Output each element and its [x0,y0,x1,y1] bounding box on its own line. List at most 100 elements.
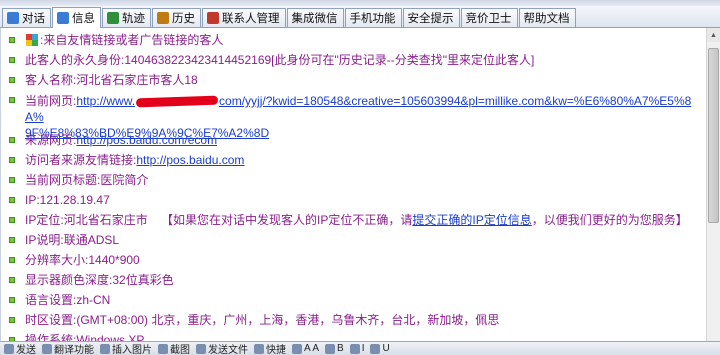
bullet-icon [9,177,15,183]
file-icon [196,343,206,354]
bullet-icon [9,317,15,323]
toolbar-label: U [382,343,390,354]
ip-description-value: 联通ADSL [63,233,120,247]
referrer-label: 访问者来源友情链接: [25,153,137,167]
color-depth-label: 显示器颜色深度: [25,273,113,287]
language-label: 语言设置: [25,293,77,307]
bullet-icon [9,97,15,103]
toolbar-button-2[interactable]: 插入图片 [100,342,152,355]
info-row-source-type: :来自友情链接或者广告链接的客人 [9,30,705,50]
permanent-id-value: 1404638223423414452169 [124,53,272,67]
source-page-link[interactable]: http://pos.baidu.com/ecom [76,133,217,147]
tab-label: 联系人管理 [222,13,280,25]
bullet-icon [9,77,15,83]
tab-5[interactable]: 集成微信 [286,8,344,27]
info-icon [57,12,69,24]
ip-location-label: IP定位: [25,213,64,227]
tab-label: 信息 [72,13,95,25]
toolbar-button-1[interactable]: 翻译功能 [42,342,94,355]
visitor-type-icon [26,34,38,46]
tab-label: 历史 [172,13,195,25]
tab-8[interactable]: 竞价卫士 [460,8,518,27]
toolbar-label: I [361,343,365,354]
translate-icon [42,343,52,354]
scroll-up-icon[interactable]: ▲ [707,28,720,42]
info-row-permanent-id: 此客人的永久身份: 1404638223423414452169 [此身份可在"… [9,50,705,70]
tab-9[interactable]: 帮助文档 [518,8,576,27]
info-row-visitor-name: 客人名称: 河北省石家庄市客人18 [9,70,705,90]
redaction-mark [135,95,219,108]
image-icon [100,343,110,354]
info-row-page-title: 当前网页标题: 医院简介 [9,170,705,190]
toolbar-button-7[interactable]: B [325,343,344,354]
toolbar-button-5[interactable]: 快捷 [254,342,286,355]
message-toolbar: 发送 翻译功能 插入图片 截图 发送文件 快捷 A A B I U [0,341,720,355]
ip-location-note-end: ，以便我们更好的为您服务】 [531,213,688,227]
toolbar-label: 翻译功能 [54,345,94,355]
tab-2[interactable]: 轨迹 [102,8,151,27]
tab-label: 帮助文档 [523,13,570,25]
visitor-info-panel: :来自友情链接或者广告链接的客人 此客人的永久身份: 1404638223423… [0,28,706,341]
ip-location-note: 【如果您在对话中发现客人的IP定位不正确，请 [147,213,413,227]
history-icon [157,12,169,24]
visitor-source-type: :来自友情链接或者广告链接的客人 [40,33,224,47]
info-row-ip: IP: 121.28.19.47 [9,190,705,210]
timezone-value: (GMT+08:00) 北京，重庆，广州，上海，香港，乌鲁木齐，台北，新加坡，佩… [76,313,500,327]
screenshot-icon [158,343,168,354]
bold-icon [325,343,336,354]
contacts-icon [207,12,219,24]
page-title-label: 当前网页标题: [25,173,101,187]
toolbar-label: 插入图片 [112,345,152,355]
tab-label: 手机功能 [349,13,396,25]
tab-label: 集成微信 [291,13,338,25]
bullet-icon [9,137,15,143]
permanent-id-label: 此客人的永久身份: [25,53,125,67]
tab-label: 竞价卫士 [465,13,512,25]
tab-0[interactable]: 对话 [2,8,51,27]
bullet-icon [9,277,15,283]
tab-3[interactable]: 历史 [152,8,201,27]
bullet-icon [9,257,15,263]
tab-7[interactable]: 安全提示 [402,8,460,27]
toolbar-button-6[interactable]: A A [292,343,319,354]
italic-icon [349,343,360,354]
referrer-link[interactable]: http://pos.baidu.com [136,153,244,167]
visitor-name-label: 客人名称: [25,73,77,87]
resolution-label: 分辨率大小: [25,253,89,267]
visitor-name-value: 河北省石家庄市客人18 [76,73,198,87]
vertical-scrollbar[interactable]: ▲ [706,28,720,341]
quick-icon [254,343,264,354]
ip-label: IP: [25,193,40,207]
info-row-current-url: 当前网页:http://www. com/yyjj/?kwid=180548&cr… [9,90,705,140]
info-row-ip-description: IP说明: 联通ADSL [9,230,705,250]
resolution-value: 1440*900 [88,253,140,267]
ip-description-label: IP说明: [25,233,64,247]
tab-bar: 对话 信息 轨迹 历史 联系人管理 集成微信 手机功能 安全提示 竞价卫士 帮助文档 [0,6,720,28]
toolbar-button-8[interactable]: I [349,343,365,354]
tab-label: 轨迹 [122,13,145,25]
toolbar-button-9[interactable]: U [370,343,390,354]
scrollbar-thumb[interactable] [708,48,719,223]
toolbar-button-0[interactable]: 发送 [4,342,36,355]
info-row-ip-location: IP定位: 河北省石家庄市 【如果您在对话中发现客人的IP定位不正确，请 提交正… [9,210,705,230]
font-icon [292,343,302,354]
toolbar-label: 截图 [170,345,190,355]
toolbar-button-4[interactable]: 发送文件 [196,342,248,355]
page-title-value: 医院简介 [100,173,149,187]
toolbar-button-3[interactable]: 截图 [158,342,190,355]
bullet-icon [9,157,15,163]
tab-4[interactable]: 联系人管理 [202,8,286,27]
permanent-id-note: [此身份可在"历史记录--分类查找"里来定位此客人] [271,53,535,67]
color-depth-value: 32位真彩色 [112,273,174,287]
tab-6[interactable]: 手机功能 [344,8,402,27]
os-label: 操作系统: [25,333,77,341]
source-page-label: 来源网页: [25,133,77,147]
info-row-color-depth: 显示器颜色深度: 32位真彩色 [9,270,705,290]
bullet-icon [9,197,15,203]
tab-1[interactable]: 信息 [52,7,101,28]
submit-ip-location-link[interactable]: 提交正确的IP定位信息 [412,213,531,227]
track-icon [107,12,119,24]
timezone-label: 时区设置: [25,313,77,327]
toolbar-label: 发送文件 [208,345,248,355]
info-row-resolution: 分辨率大小: 1440*900 [9,250,705,270]
